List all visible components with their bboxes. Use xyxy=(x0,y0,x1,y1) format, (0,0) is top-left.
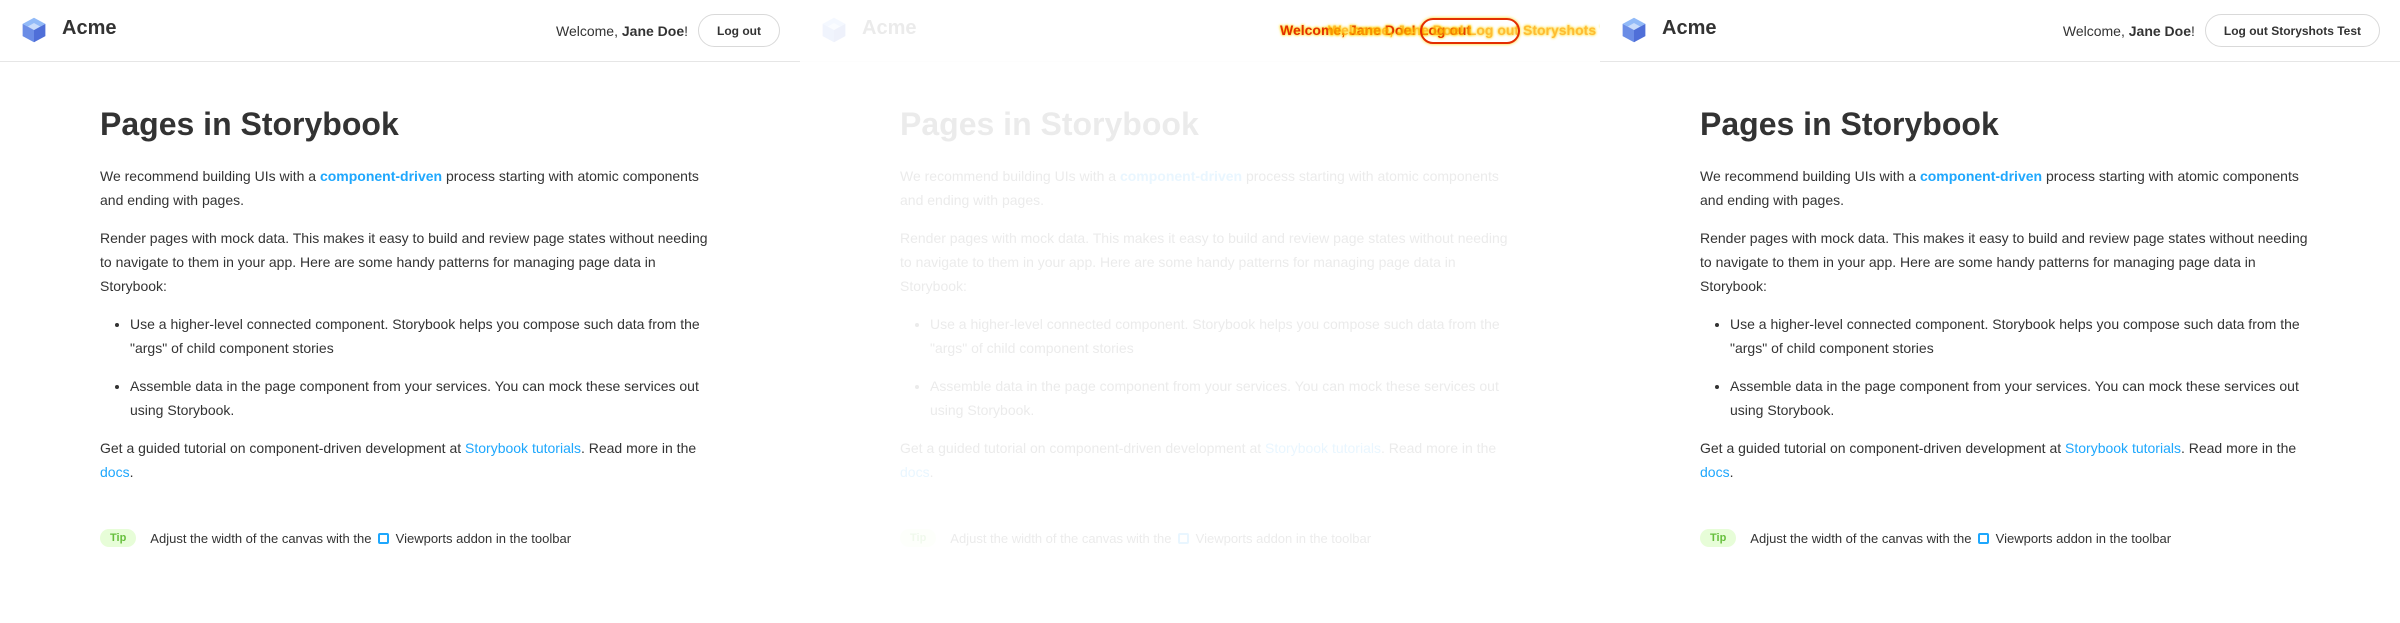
baseline-panel: Acme Welcome, Jane Doe! Log out Pages in… xyxy=(0,0,800,623)
viewport-icon xyxy=(1978,532,1990,544)
tip-text: Adjust the width of the canvas with the … xyxy=(1750,530,2172,546)
viewport-icon xyxy=(378,532,390,544)
list-item: Use a higher-level connected component. … xyxy=(130,312,710,360)
component-driven-link[interactable]: component-driven xyxy=(1920,168,2042,184)
welcome-message: Welcome, Jane Doe! xyxy=(556,22,689,39)
storybook-tutorials-link[interactable]: Storybook tutorials xyxy=(465,440,581,456)
storybook-tutorials-link[interactable]: Storybook tutorials xyxy=(2065,440,2181,456)
tip-badge: Tip xyxy=(900,529,937,547)
component-driven-link[interactable]: component-driven xyxy=(320,168,442,184)
intro-paragraph: We recommend building UIs with a compone… xyxy=(100,168,699,208)
diff-highlight: Welcome, Jane Doe! Log out Welcome, Jane… xyxy=(1280,18,1600,44)
changed-panel: Acme Welcome, Jane Doe! Log out Storysho… xyxy=(1600,0,2400,623)
tip-row: Tip Adjust the width of the canvas with … xyxy=(100,529,710,547)
tip-badge: Tip xyxy=(100,529,137,547)
tip-badge: Tip xyxy=(1700,529,1737,547)
acme-logo-icon xyxy=(22,17,46,43)
intro-paragraph: We recommend building UIs with a compone… xyxy=(1700,168,2299,208)
tutorial-paragraph: Get a guided tutorial on component-drive… xyxy=(100,440,697,480)
component-driven-link[interactable]: component-driven xyxy=(1120,168,1242,184)
brand-name: Acme xyxy=(1662,17,1717,39)
user-name: Jane Doe xyxy=(621,22,685,39)
tutorial-paragraph: Get a guided tutorial on component-drive… xyxy=(1700,440,2297,480)
mock-data-paragraph: Render pages with mock data. This makes … xyxy=(900,230,1508,294)
header: Acme Welcome, Jane Doe! Log out xyxy=(0,0,800,62)
logout-button[interactable]: Log out xyxy=(698,14,780,47)
list-item: Assemble data in the page component from… xyxy=(930,374,1510,422)
page-content: Pages in Storybook We recommend building… xyxy=(1700,62,2310,547)
mock-data-paragraph: Render pages with mock data. This makes … xyxy=(1700,230,2308,294)
page-title: Pages in Storybook xyxy=(1700,106,1999,142)
logout-button[interactable]: Log out Storyshots Test xyxy=(2204,14,2380,47)
tip-text: Adjust the width of the canvas with the … xyxy=(150,530,572,546)
mock-data-paragraph: Render pages with mock data. This makes … xyxy=(100,230,708,294)
patterns-list: Use a higher-level connected component. … xyxy=(900,312,1510,422)
docs-link[interactable]: docs xyxy=(900,464,930,480)
tip-row: Tip Adjust the width of the canvas with … xyxy=(900,529,1510,547)
diff-panel: Acme Pages in Storybook We recommend bui… xyxy=(800,0,1600,623)
page-title: Pages in Storybook xyxy=(100,106,399,142)
brand-name: Acme xyxy=(862,17,917,39)
page-title: Pages in Storybook xyxy=(900,106,1199,142)
brand-name: Acme xyxy=(62,17,117,39)
list-item: Assemble data in the page component from… xyxy=(1730,374,2310,422)
patterns-list: Use a higher-level connected component. … xyxy=(1700,312,2310,422)
intro-paragraph: We recommend building UIs with a compone… xyxy=(900,168,1499,208)
diff-button-outline xyxy=(1420,18,1520,44)
user-name: Jane Doe xyxy=(2128,22,2191,39)
user-area: Welcome, Jane Doe! Log out Storyshots Te… xyxy=(2063,14,2380,47)
page-content: Pages in Storybook We recommend building… xyxy=(900,62,1510,547)
storybook-tutorials-link[interactable]: Storybook tutorials xyxy=(1265,440,1381,456)
list-item: Assemble data in the page component from… xyxy=(130,374,710,422)
user-area: Welcome, Jane Doe! Log out xyxy=(556,14,780,47)
tip-text: Adjust the width of the canvas with the … xyxy=(950,530,1372,546)
acme-logo-icon xyxy=(1622,17,1646,43)
list-item: Use a higher-level connected component. … xyxy=(1730,312,2310,360)
header: Acme Welcome, Jane Doe! Log out Storysho… xyxy=(1600,0,2400,62)
welcome-message: Welcome, Jane Doe! xyxy=(2062,22,2195,39)
list-item: Use a higher-level connected component. … xyxy=(930,312,1510,360)
page-content: Pages in Storybook We recommend building… xyxy=(100,62,710,547)
patterns-list: Use a higher-level connected component. … xyxy=(100,312,710,422)
tip-row: Tip Adjust the width of the canvas with … xyxy=(1700,529,2310,547)
acme-logo-icon xyxy=(822,17,846,43)
docs-link[interactable]: docs xyxy=(100,464,130,480)
viewport-icon xyxy=(1178,532,1190,544)
docs-link[interactable]: docs xyxy=(1700,464,1730,480)
tutorial-paragraph: Get a guided tutorial on component-drive… xyxy=(900,440,1497,480)
